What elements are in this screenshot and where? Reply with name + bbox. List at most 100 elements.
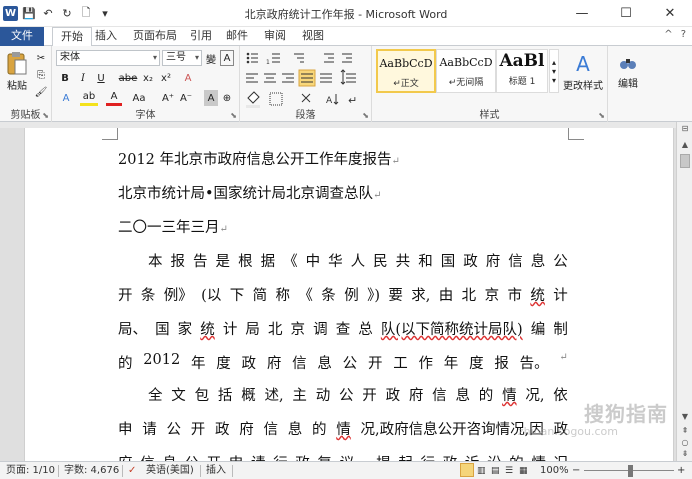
scroll-thumb[interactable] [680, 154, 690, 168]
wen-icon[interactable]: 變 [204, 50, 218, 66]
vertical-scrollbar[interactable]: ⊟ ▲ ▼ ⇞ ○ ⇟ [676, 122, 692, 461]
font-name-select[interactable]: 宋体 ▾ [56, 50, 160, 66]
scroll-down-button[interactable]: ▼ [678, 412, 692, 421]
draft-view-icon[interactable]: ▦ [519, 464, 528, 478]
paragraph-line[interactable]: 本报告是根据《中华人民共和国政府信息公 [148, 250, 568, 271]
tab-home[interactable]: 开始 [52, 27, 92, 47]
paragraph-line[interactable]: 府信息公开申请行政复议、提起行政诉讼的情况 [118, 452, 568, 461]
undo-icon[interactable]: ↶ [40, 5, 56, 21]
borders-icon[interactable] [269, 92, 283, 106]
clear-formatting-icon[interactable]: A [180, 70, 196, 86]
style-normal[interactable]: AaBbCcD ↵正文 [376, 49, 436, 93]
customize-qat-icon[interactable]: ▾ [97, 5, 113, 21]
tab-page-layout[interactable]: 页面布局 [125, 27, 185, 46]
subscript-button[interactable]: x₂ [140, 70, 156, 86]
bold-button[interactable]: B [58, 70, 72, 86]
underline-button[interactable]: U [94, 70, 108, 86]
collapse-ribbon-icon[interactable]: ^ [664, 29, 672, 40]
tab-review[interactable]: 审阅 [256, 27, 294, 46]
sort-icon[interactable]: A [326, 94, 339, 106]
word-count[interactable]: 字数: 4,676 [64, 464, 119, 478]
proofing-icon[interactable]: ✓ [128, 464, 136, 478]
multilevel-list-icon[interactable] [294, 53, 304, 63]
style-heading-1[interactable]: AaBl 标题 1 [496, 49, 548, 93]
minimize-button[interactable]: — [560, 0, 604, 26]
paste-button-label[interactable]: 粘贴 [2, 78, 32, 92]
cut-icon[interactable]: ✂ [34, 51, 48, 65]
align-left-icon[interactable] [246, 73, 258, 83]
format-painter-icon[interactable]: 🖌 [34, 85, 48, 99]
style-no-spacing[interactable]: AaBbCcD ↵无间隔 [436, 49, 496, 93]
align-right-icon[interactable] [282, 73, 294, 83]
change-styles-button[interactable]: 更改样式 [560, 78, 606, 92]
zoom-level[interactable]: 100% [540, 464, 569, 478]
help-icon[interactable]: ? [681, 29, 686, 40]
distributed-icon[interactable] [320, 73, 332, 83]
previous-page-icon[interactable]: ⇞ [678, 426, 692, 435]
char-border-icon[interactable]: A [220, 50, 234, 66]
enclose-char-icon[interactable]: ⊕ [220, 90, 234, 106]
paragraph-line[interactable]: 的 2012 年度政府信息公开工作年度报告。 ↵ [118, 352, 568, 373]
select-browse-object-icon[interactable]: ○ [678, 438, 692, 447]
clipboard-launcher-icon[interactable]: ⬊ [42, 111, 49, 120]
doc-date-line[interactable]: 二〇一三年三月↵ [118, 216, 568, 237]
bullets-icon[interactable] [246, 52, 258, 64]
superscript-button[interactable]: x² [158, 70, 174, 86]
numbering-icon[interactable]: 1 [266, 53, 280, 66]
full-screen-reading-icon[interactable]: ▥ [477, 464, 486, 478]
print-layout-view-icon[interactable] [460, 463, 474, 477]
strikethrough-button[interactable]: abe [118, 70, 138, 86]
find-binoculars-icon[interactable] [616, 52, 640, 74]
change-case-icon[interactable]: Aa [130, 90, 148, 106]
char-shading-icon[interactable]: A [204, 90, 218, 106]
maximize-button[interactable]: ☐ [604, 0, 648, 26]
next-page-icon[interactable]: ⇟ [678, 449, 692, 458]
word-app-icon[interactable]: W [3, 5, 18, 21]
line-spacing-icon[interactable] [340, 69, 356, 85]
web-layout-icon[interactable]: ▤ [491, 464, 500, 478]
insert-mode-indicator[interactable]: 插入 [206, 464, 226, 478]
redo-icon[interactable]: ↻ [59, 5, 75, 21]
chinese-layout-icon[interactable] [301, 93, 311, 103]
grow-font-icon[interactable]: A⁺ [160, 90, 176, 106]
font-color-icon[interactable]: A [106, 90, 122, 106]
paragraph-line[interactable]: 开条例》 (以下简称《条例》) 要求, 由北京市统计 [118, 284, 568, 305]
close-button[interactable]: ✕ [648, 0, 692, 26]
outline-view-icon[interactable]: ☰ [505, 464, 513, 478]
shrink-font-icon[interactable]: A⁻ [178, 90, 194, 106]
styles-scroll[interactable]: ▴ ▾ ▾ [549, 49, 559, 93]
align-center-icon[interactable] [264, 73, 276, 83]
tab-view[interactable]: 视图 [294, 27, 332, 46]
highlight-icon[interactable]: ab [80, 90, 98, 106]
scroll-up-button[interactable]: ▲ [678, 140, 692, 149]
tab-file[interactable]: 文件 [0, 27, 44, 46]
font-size-select[interactable]: 三号 ▾ [162, 50, 202, 66]
document-area[interactable]: 2012 年北京市政府信息公开工作年度报告↵ 北京市统计局•国家统计局北京调查总… [0, 128, 676, 461]
document-page[interactable]: 2012 年北京市政府信息公开工作年度报告↵ 北京市统计局•国家统计局北京调查总… [24, 128, 674, 461]
zoom-in-button[interactable]: + [677, 464, 685, 478]
change-styles-icon[interactable]: A [562, 52, 604, 76]
styles-launcher-icon[interactable]: ⬊ [598, 111, 605, 120]
editing-button[interactable]: 编辑 [610, 76, 646, 90]
zoom-out-button[interactable]: − [572, 464, 580, 478]
copy-icon[interactable]: ⎘ [34, 68, 48, 82]
font-launcher-icon[interactable]: ⬊ [230, 111, 237, 120]
paste-icon[interactable] [4, 50, 30, 78]
ruler-toggle-icon[interactable]: ⊟ [678, 124, 692, 133]
text-effects-icon[interactable]: A [58, 90, 74, 106]
paragraph-launcher-icon[interactable]: ⬊ [362, 111, 369, 120]
paragraph-line[interactable]: 全文包括概述, 主动公开政府信息的情况, 依 [148, 384, 568, 405]
tab-references[interactable]: 引用 [182, 27, 220, 46]
increase-indent-icon[interactable] [342, 53, 352, 63]
doc-title-line[interactable]: 2012 年北京市政府信息公开工作年度报告↵ [118, 148, 568, 169]
page-count[interactable]: 页面: 1/10 [6, 464, 55, 478]
tab-insert[interactable]: 插入 [87, 27, 125, 46]
doc-author-line[interactable]: 北京市统计局•国家统计局北京调查总队↵ [118, 182, 568, 203]
tab-mailings[interactable]: 邮件 [218, 27, 256, 46]
language-indicator[interactable]: 英语(美国) [146, 464, 194, 478]
save-icon[interactable]: 💾 [21, 5, 37, 21]
decrease-indent-icon[interactable] [324, 53, 334, 63]
italic-button[interactable]: I [76, 70, 90, 86]
paragraph-line[interactable]: 申请公开政府信息的情况,政府信息公开咨询情况,因政 [118, 418, 568, 439]
zoom-slider-thumb[interactable] [628, 465, 633, 477]
